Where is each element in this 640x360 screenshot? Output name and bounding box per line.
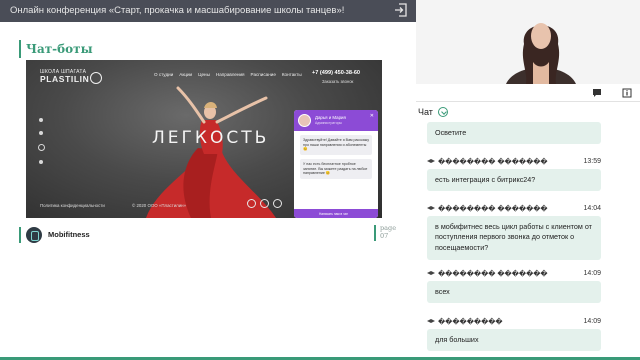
page-indicator: page 07 [380, 224, 396, 241]
widget-message: У нас есть бесплатное пробное занятие. В… [300, 159, 372, 180]
company-name: Mobifitness [48, 230, 90, 239]
page-accent-bar [374, 225, 376, 241]
callback-link[interactable]: Заказать звонок [322, 79, 353, 84]
facebook-icon[interactable] [260, 199, 269, 208]
message-meta: ��������� 14:09 [427, 318, 601, 326]
widget-header: Дарья и Мария Администраторы ✕ [294, 110, 378, 131]
message-time: 13:59 [583, 158, 601, 165]
page-number: 07 [380, 231, 389, 240]
message-text: Осветите [435, 128, 467, 137]
screen: Онлайн конференция «Старт, прокачка и ма… [0, 0, 640, 360]
message-author: �������� ������� [438, 159, 548, 166]
company-logo-icon [26, 227, 42, 243]
nav-item-promos[interactable]: Акции [179, 72, 192, 77]
close-icon[interactable]: ✕ [370, 113, 374, 119]
presentation-slide: Чат-боты ШКОЛА ШПАГАТА PLASTILIN О студи… [0, 22, 416, 360]
chat-bubble-icon[interactable] [592, 88, 602, 98]
avatar [298, 114, 311, 127]
chat-message: Осветите [427, 122, 601, 144]
widget-footer-text: Написать нам в чат [319, 211, 348, 216]
chat-message: в мобифитнес весь цикл работы с клиентом… [427, 216, 601, 260]
instagram-icon[interactable] [273, 199, 282, 208]
nav-item-prices[interactable]: Цены [198, 72, 210, 77]
privacy-link[interactable]: Политика конфиденциальности [40, 203, 105, 208]
message-text: есть интеграция с битрикс24? [435, 175, 536, 184]
message-author: ��������� [438, 319, 503, 326]
student-icon [427, 271, 435, 275]
widget-message: Здравствуйте! Давайте я Вам расскажу про… [300, 135, 372, 156]
nav-item-contacts[interactable]: Контакты [282, 72, 302, 77]
chat-message: всех [427, 281, 601, 303]
exit-icon[interactable] [394, 3, 408, 17]
title-accent-bar [19, 40, 21, 58]
presenter-image [416, 0, 640, 84]
presenter-video [416, 0, 640, 84]
message-text: в мобифитнес весь цикл работы с клиентом… [435, 222, 592, 252]
slider-dot[interactable] [39, 160, 43, 164]
hero-text: ЛЕГКОСТЬ [152, 128, 270, 148]
scroll-down-icon[interactable] [438, 107, 448, 117]
message-time: 14:04 [583, 205, 601, 212]
widget-subtitle: Администраторы [315, 121, 342, 125]
site-nav: О студии Акции Цены Направления Расписан… [154, 72, 302, 77]
message-author: �������� ������� [438, 271, 548, 278]
message-meta: �������� ������� 14:09 [427, 270, 601, 278]
slider-dots [37, 118, 45, 173]
message-time: 14:09 [583, 270, 601, 277]
student-icon [427, 319, 435, 323]
chat-widget: Дарья и Мария Администраторы ✕ Здравству… [294, 110, 378, 218]
nav-item-directions[interactable]: Направления [216, 72, 245, 77]
info-icon[interactable] [622, 88, 632, 98]
copyright-text: © 2020 ООО «Пластилин» [132, 203, 187, 208]
chat-messages: Осветите �������� ������� 13:59 есть инт… [416, 118, 640, 357]
message-time: 14:09 [583, 318, 601, 325]
message-meta: �������� ������� 13:59 [427, 158, 601, 166]
social-links [247, 199, 282, 208]
chat-title: Чат [418, 107, 433, 117]
nav-item-about[interactable]: О студии [154, 72, 173, 77]
chat-message: есть интеграция с битрикс24? [427, 169, 601, 191]
student-icon [427, 159, 435, 163]
message-text: всех [435, 287, 450, 296]
conference-title: Онлайн конференция «Старт, прокачка и ма… [10, 5, 345, 16]
widget-footer[interactable]: Написать нам в чат [294, 209, 378, 218]
slider-dot[interactable] [39, 118, 43, 122]
widget-name: Дарья и Мария [315, 115, 346, 120]
site-logo[interactable]: ШКОЛА ШПАГАТА PLASTILIN [40, 69, 102, 85]
conference-header: Онлайн конференция «Старт, прокачка и ма… [0, 0, 416, 22]
logo-mark-icon [90, 72, 102, 84]
nav-item-schedule[interactable]: Расписание [251, 72, 276, 77]
chat-scrollbar[interactable] [630, 118, 636, 356]
slider-dot[interactable] [39, 131, 43, 135]
website-screenshot: ШКОЛА ШПАГАТА PLASTILIN О студии Акции Ц… [26, 60, 382, 218]
slide-title: Чат-боты [26, 42, 93, 56]
student-icon [427, 206, 435, 210]
company-accent-bar [19, 227, 21, 243]
logo-name: PLASTILIN [40, 74, 90, 85]
message-text: для больших [435, 335, 479, 344]
vk-icon[interactable] [247, 199, 256, 208]
site-phone[interactable]: +7 (499) 450-38-60 [312, 70, 360, 76]
message-meta: �������� ������� 14:04 [427, 205, 601, 213]
slider-dot-active[interactable] [37, 144, 45, 151]
message-author: �������� ������� [438, 206, 548, 213]
chat-message: для больших [427, 329, 601, 351]
chat-toolbar [416, 84, 640, 102]
